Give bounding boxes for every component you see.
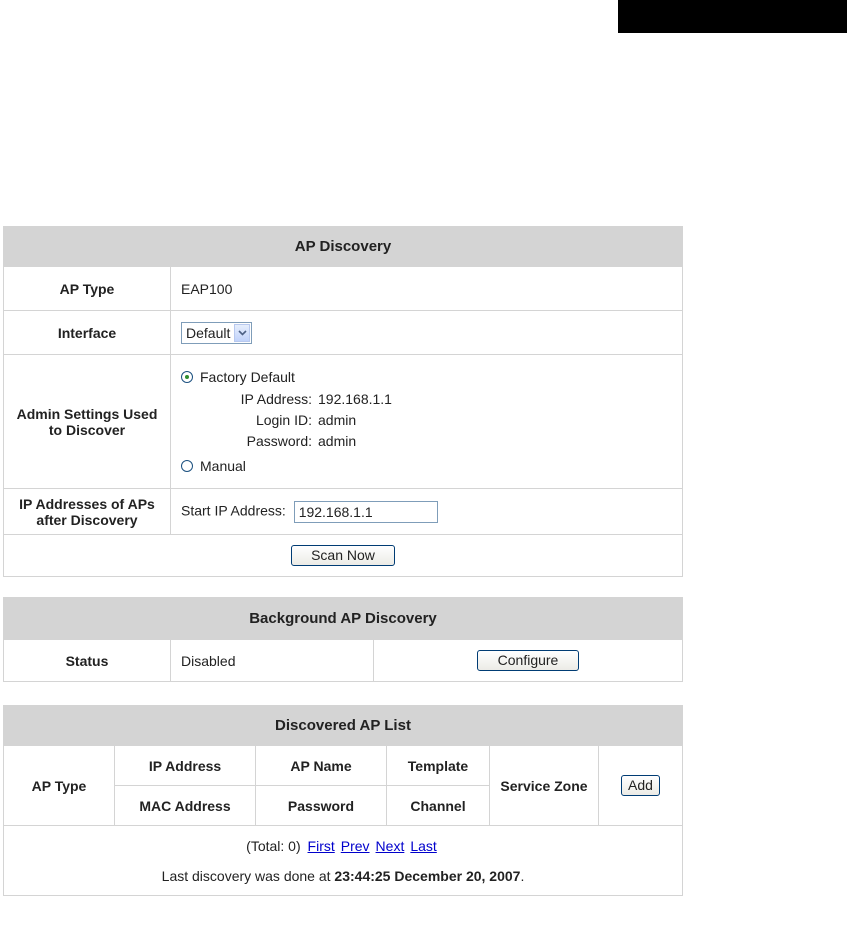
background-discovery-title: Background AP Discovery bbox=[3, 597, 683, 640]
col-channel: Channel bbox=[386, 785, 490, 826]
discovered-ap-list-panel: Discovered AP List AP Type IP Address AP… bbox=[3, 705, 683, 896]
ip-after-discovery-label: IP Addresses of APs after Discovery bbox=[3, 488, 171, 535]
password-key: Password: bbox=[246, 432, 312, 449]
ap-type-value: EAP100 bbox=[170, 266, 683, 311]
login-id-key: Login ID: bbox=[255, 411, 312, 428]
login-id-value: admin bbox=[318, 411, 357, 428]
black-redaction-box bbox=[618, 0, 847, 33]
factory-default-option[interactable]: Factory Default bbox=[181, 366, 676, 388]
pagination: (Total: 0) First Prev Next Last bbox=[10, 831, 676, 861]
admin-settings-label: Admin Settings Used to Discover bbox=[3, 354, 171, 489]
start-ip-label: Start IP Address: bbox=[181, 502, 286, 519]
manual-label: Manual bbox=[200, 458, 246, 474]
last-discovery-text: Last discovery was done at 23:44:25 Dece… bbox=[161, 867, 525, 884]
manual-radio[interactable] bbox=[181, 460, 193, 472]
prev-page-link[interactable]: Prev bbox=[341, 838, 370, 854]
manual-option[interactable]: Manual bbox=[181, 455, 676, 477]
factory-default-radio[interactable] bbox=[181, 371, 193, 383]
first-page-link[interactable]: First bbox=[308, 838, 335, 854]
ap-discovery-title: AP Discovery bbox=[3, 226, 683, 267]
last-discovery-time: 23:44:25 December 20, 2007 bbox=[334, 867, 521, 884]
col-password: Password bbox=[255, 785, 387, 826]
password-value: admin bbox=[318, 432, 357, 449]
discovered-ap-list-title: Discovered AP List bbox=[3, 705, 683, 746]
chevron-down-icon[interactable] bbox=[234, 323, 251, 342]
col-template: Template bbox=[386, 745, 490, 786]
next-page-link[interactable]: Next bbox=[376, 838, 405, 854]
col-mac-address: MAC Address bbox=[114, 785, 256, 826]
ap-discovery-panel: AP Discovery AP Type EAP100 Interface De… bbox=[3, 226, 683, 577]
start-ip-input[interactable]: 192.168.1.1 bbox=[293, 500, 438, 523]
scan-now-button[interactable]: Scan Now bbox=[291, 545, 395, 566]
status-value: Disabled bbox=[170, 639, 374, 682]
ip-address-key: IP Address: bbox=[240, 390, 312, 407]
col-ap-type: AP Type bbox=[3, 745, 115, 826]
configure-button[interactable]: Configure bbox=[477, 650, 579, 671]
background-discovery-panel: Background AP Discovery Status Disabled … bbox=[3, 597, 683, 682]
col-service-zone: Service Zone bbox=[489, 745, 599, 826]
add-button[interactable]: Add bbox=[621, 775, 660, 796]
interface-label: Interface bbox=[3, 310, 171, 355]
col-ip-address: IP Address bbox=[114, 745, 256, 786]
total-count: (Total: 0) bbox=[246, 837, 301, 854]
col-ap-name: AP Name bbox=[255, 745, 387, 786]
status-label: Status bbox=[3, 639, 171, 682]
last-page-link[interactable]: Last bbox=[410, 838, 436, 854]
ip-address-value: 192.168.1.1 bbox=[318, 390, 392, 407]
factory-default-label: Factory Default bbox=[200, 369, 295, 385]
interface-select-value: Default bbox=[186, 324, 231, 341]
interface-select[interactable]: Default bbox=[181, 321, 253, 344]
ap-type-label: AP Type bbox=[3, 266, 171, 311]
